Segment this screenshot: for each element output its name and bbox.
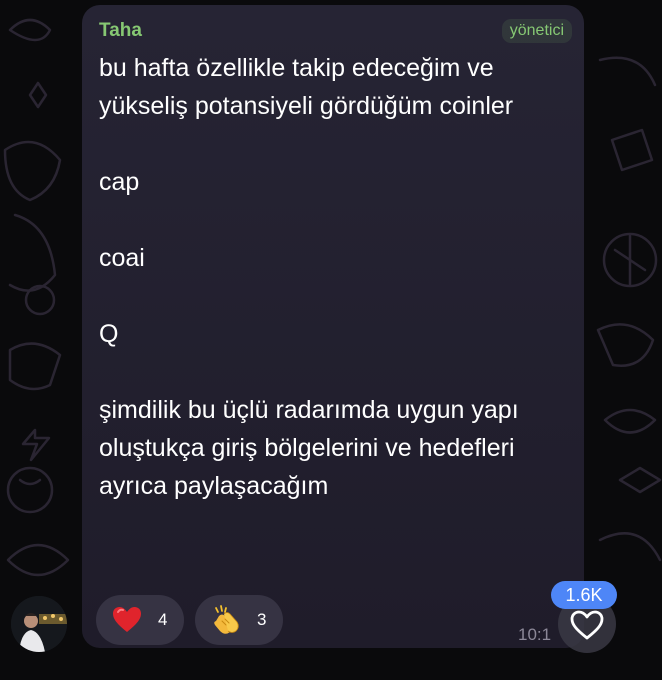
red-heart-icon (113, 607, 141, 632)
message-bubble[interactable]: Taha yönetici bu hafta özellikle takip e… (82, 5, 584, 648)
reaction-heart[interactable]: 4 (96, 595, 184, 645)
message-paragraph: şimdilik bu üçlü radarımda uygun yapı ol… (99, 396, 519, 500)
message-text: bu hafta özellikle takip edeceğim ve yük… (99, 49, 569, 505)
message-paragraph: cap (99, 168, 140, 196)
reaction-count: 4 (158, 610, 168, 629)
sender-name[interactable]: Taha (99, 20, 142, 42)
clapping-hands-icon (214, 605, 239, 634)
reaction-clap[interactable]: 3 (195, 595, 283, 645)
message-paragraph: bu hafta özellikle takip edeceğim ve yük… (99, 54, 514, 120)
message-paragraph: coai (99, 244, 145, 272)
avatar-photo (11, 596, 67, 652)
sender-avatar[interactable] (11, 596, 67, 652)
message-time: 10:1 (518, 625, 552, 644)
admin-role-badge: yönetici (501, 19, 572, 43)
views-count-badge: 1.6K (551, 581, 617, 609)
message-paragraph: Q (99, 320, 119, 348)
reaction-count: 3 (257, 610, 267, 629)
